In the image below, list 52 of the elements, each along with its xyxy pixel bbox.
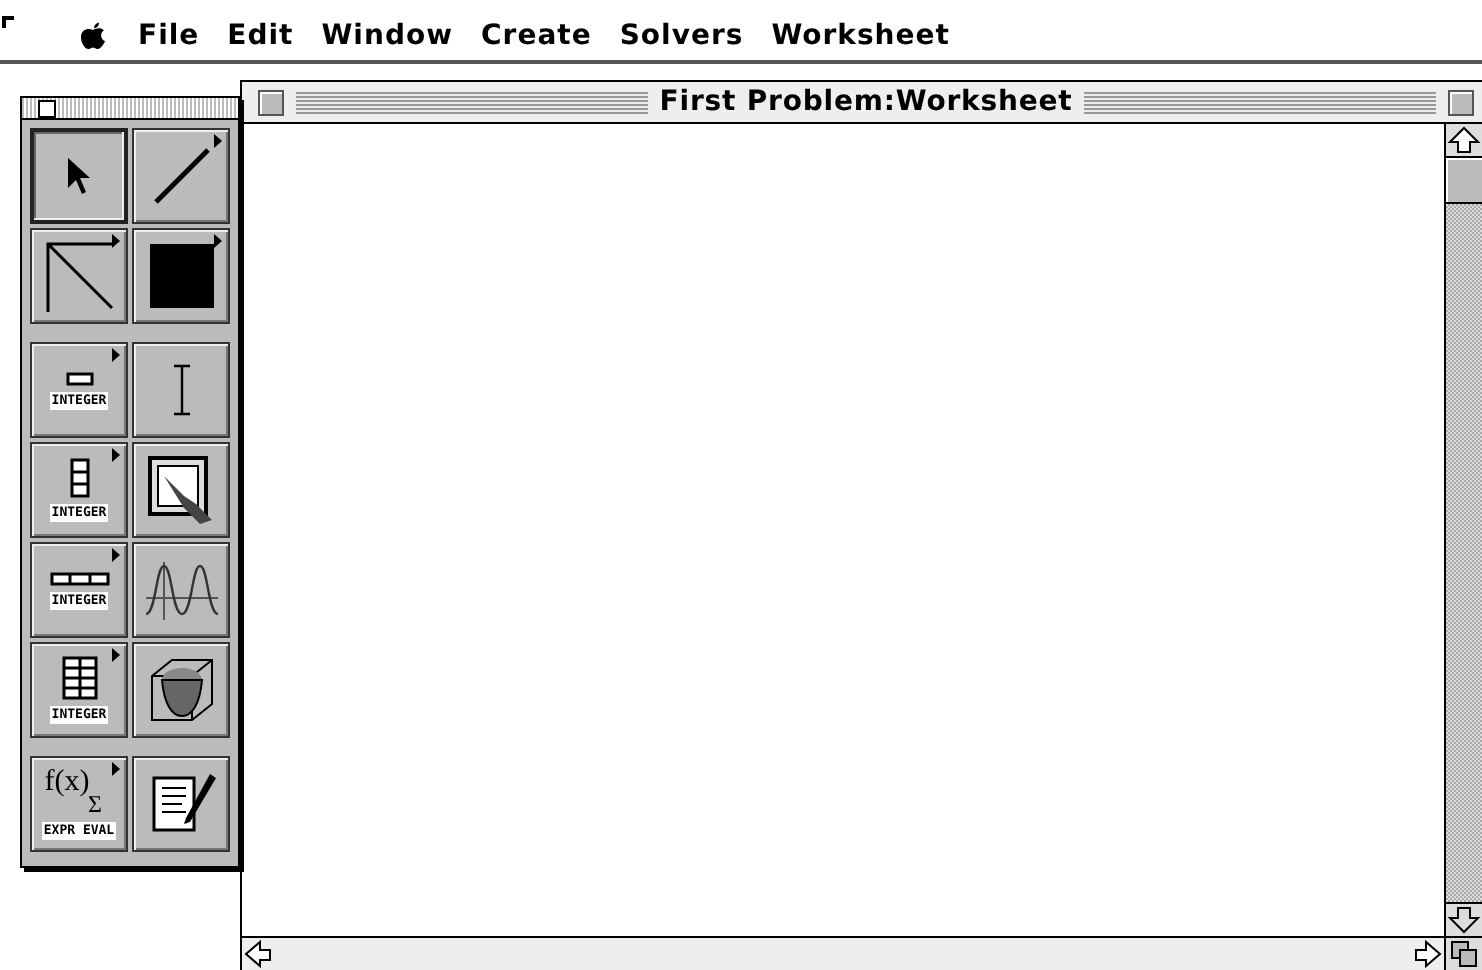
popup-triangle-icon	[112, 234, 120, 248]
text-cursor-icon	[169, 362, 193, 418]
vertical-scroll-bar[interactable]	[1444, 124, 1482, 936]
scroll-left-icon[interactable]	[242, 938, 274, 970]
menu-item[interactable]: Worksheet	[771, 20, 950, 52]
popup-triangle-icon	[112, 762, 120, 776]
tool-button[interactable]	[30, 228, 128, 324]
popup-triangle-icon	[112, 648, 120, 662]
tool-button[interactable]	[132, 442, 230, 538]
scroll-up-icon[interactable]	[1446, 124, 1482, 158]
filled-square-icon	[149, 244, 213, 308]
popup-triangle-icon	[112, 548, 120, 562]
close-box[interactable]	[38, 99, 56, 117]
tool-button[interactable]	[132, 642, 230, 738]
horizontal-scroll-bar[interactable]	[242, 936, 1482, 970]
window-title: First Problem:Worksheet	[659, 86, 1073, 118]
zoom-box[interactable]	[1448, 89, 1475, 115]
tool-button[interactable]	[132, 342, 230, 438]
formula-label: f(x)	[44, 768, 90, 798]
tool-button[interactable]	[30, 128, 128, 224]
tool-button[interactable]	[132, 228, 230, 324]
window-title-bar[interactable]: First Problem:Worksheet	[242, 82, 1482, 124]
sigma-label: Σ	[88, 794, 102, 816]
corner-line-icon	[43, 240, 115, 312]
popup-triangle-icon	[214, 234, 222, 248]
menu-item[interactable]: Create	[481, 20, 592, 52]
menu-item[interactable]: Solvers	[619, 20, 744, 52]
palette-title-bar[interactable]	[22, 98, 238, 120]
scroll-thumb[interactable]	[1446, 158, 1482, 204]
arrow-pointer-icon	[65, 156, 93, 196]
apple-icon[interactable]	[80, 22, 106, 50]
menu-item[interactable]: Window	[321, 20, 454, 52]
menu-item[interactable]: Edit	[227, 20, 294, 52]
close-box[interactable]	[258, 89, 284, 115]
popup-triangle-icon	[112, 348, 120, 362]
line-icon	[151, 146, 211, 206]
scroll-right-icon[interactable]	[1412, 938, 1444, 970]
screen-corner-icon	[2, 16, 14, 28]
tool-button[interactable]	[132, 542, 230, 638]
scroll-down-icon[interactable]	[1446, 902, 1482, 936]
table-icon	[61, 656, 97, 700]
column-icon	[69, 458, 89, 498]
popup-triangle-icon	[214, 134, 222, 148]
menu-item[interactable]: File	[138, 20, 200, 52]
surface-plot-icon	[147, 656, 215, 724]
popup-triangle-icon	[112, 448, 120, 462]
field-icon	[65, 371, 93, 385]
resize-icon[interactable]	[1444, 938, 1482, 970]
wave-graph-icon	[143, 558, 219, 622]
row-icon	[49, 571, 109, 585]
tool-button[interactable]	[132, 756, 230, 852]
tool-button[interactable]	[132, 128, 230, 224]
